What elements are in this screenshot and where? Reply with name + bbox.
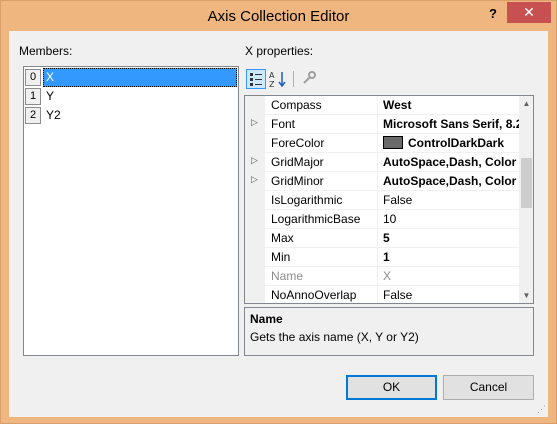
property-row[interactable]: ForeColor ControlDarkDark	[245, 134, 519, 153]
dialog-window: Axis Collection Editor ? ✕ Members: 0 X …	[0, 0, 557, 424]
property-row[interactable]: Compass West	[245, 96, 519, 115]
resize-grip-icon[interactable]: ⋰	[537, 404, 546, 415]
window-title: Axis Collection Editor	[207, 8, 350, 25]
members-list[interactable]: 0 X 1 Y 2 Y2	[23, 66, 239, 356]
toolbar-separator	[293, 71, 294, 87]
property-value[interactable]: False	[379, 286, 519, 303]
member-index: 2	[25, 107, 41, 124]
property-value[interactable]: AutoSpace,Dash, Color [l	[379, 172, 519, 191]
property-pages-button[interactable]	[300, 69, 320, 89]
property-name: LogarithmicBase	[267, 210, 378, 229]
close-icon: ✕	[523, 4, 535, 20]
property-value[interactable]: ControlDarkDark	[379, 134, 519, 153]
property-name: Font	[267, 115, 378, 134]
expand-icon[interactable]: ▷	[251, 117, 258, 128]
cancel-button[interactable]: Cancel	[443, 375, 534, 400]
property-toolbar: A Z	[244, 68, 540, 92]
help-title: Name	[250, 312, 283, 326]
list-item[interactable]: 1 Y	[25, 87, 237, 106]
member-name: Y2	[46, 108, 61, 122]
property-value[interactable]: 5	[379, 229, 519, 248]
expand-icon[interactable]: ▷	[251, 155, 258, 166]
property-name: Name	[267, 267, 378, 286]
property-value: X	[383, 269, 392, 283]
grid-scrollbar[interactable]: ▲ ▼	[519, 96, 533, 303]
property-help-panel: Name Gets the axis name (X, Y or Y2)	[244, 307, 534, 356]
help-description: Gets the axis name (X, Y or Y2)	[250, 330, 419, 344]
property-row[interactable]: IsLogarithmic False	[245, 191, 519, 210]
scrollbar-thumb[interactable]	[521, 158, 532, 208]
member-name: Y	[46, 89, 55, 103]
member-index: 0	[25, 69, 41, 86]
svg-text:Z: Z	[269, 80, 275, 89]
close-button[interactable]: ✕	[507, 2, 551, 23]
members-label: Members:	[19, 44, 73, 58]
property-row[interactable]: Name X	[245, 267, 519, 286]
member-index: 1	[25, 88, 41, 105]
property-name: Compass	[267, 96, 378, 115]
property-value[interactable]: False	[379, 191, 519, 210]
properties-label: X properties:	[245, 44, 314, 58]
list-item[interactable]: 2 Y2	[25, 106, 237, 125]
property-value[interactable]: 10	[379, 210, 519, 229]
categorized-button[interactable]	[246, 69, 266, 89]
property-row[interactable]: ▷ GridMinor AutoSpace,Dash, Color [l	[245, 172, 519, 191]
dialog-client-area: Members: 0 X 1 Y 2 Y2 X properties: A Z …	[9, 31, 548, 417]
ok-button[interactable]: OK	[346, 375, 437, 400]
property-name: IsLogarithmic	[267, 191, 378, 210]
property-name: GridMinor	[267, 172, 378, 191]
color-swatch	[383, 136, 403, 149]
help-button[interactable]: ?	[483, 3, 503, 25]
scroll-up-icon[interactable]: ▲	[519, 96, 533, 111]
expand-icon[interactable]: ▷	[251, 174, 258, 185]
title-bar[interactable]: Axis Collection Editor ? ✕	[1, 1, 556, 31]
property-name: NoAnnoOverlap	[267, 286, 378, 303]
list-item[interactable]: 0 X	[25, 68, 237, 87]
property-value[interactable]: Microsoft Sans Serif, 8.2	[379, 115, 519, 134]
property-row[interactable]: ▷ GridMajor AutoSpace,Dash, Color [l	[245, 153, 519, 172]
property-name: ForeColor	[267, 134, 378, 153]
property-name: Max	[267, 229, 378, 248]
property-name: GridMajor	[267, 153, 378, 172]
categorized-view-icon	[250, 73, 262, 86]
property-grid[interactable]: Compass West ▷ Font Microsoft Sans Serif…	[244, 95, 534, 304]
property-value[interactable]: 1	[379, 248, 519, 267]
svg-text:A: A	[269, 71, 275, 80]
property-row[interactable]: ▷ Font Microsoft Sans Serif, 8.2	[245, 115, 519, 134]
property-value[interactable]: AutoSpace,Dash, Color [l	[379, 153, 519, 172]
property-value-text: ControlDarkDark	[408, 136, 505, 150]
property-value[interactable]: West	[379, 96, 519, 115]
property-pages-icon	[303, 71, 316, 84]
property-name: Min	[267, 248, 378, 267]
alphabetical-sort-icon: A Z	[269, 71, 286, 89]
property-row[interactable]: LogarithmicBase 10	[245, 210, 519, 229]
property-row[interactable]: Min 1	[245, 248, 519, 267]
alphabetical-button[interactable]: A Z	[268, 69, 288, 89]
property-row[interactable]: NoAnnoOverlap False	[245, 286, 519, 303]
scroll-down-icon[interactable]: ▼	[519, 288, 533, 303]
property-row[interactable]: Max 5	[245, 229, 519, 248]
member-name: X	[43, 68, 237, 87]
